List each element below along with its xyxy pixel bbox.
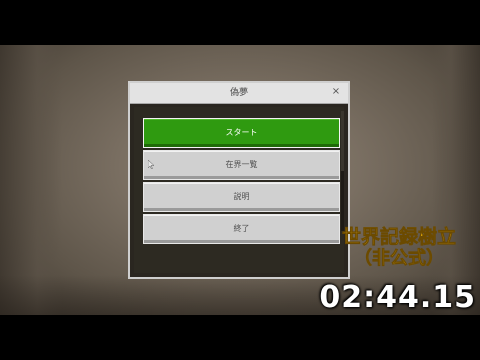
start-button[interactable]: スタート (143, 118, 340, 148)
scrollbar[interactable] (341, 111, 344, 231)
mouse-pointer-icon (148, 160, 154, 169)
record-line2: （非公式） (353, 248, 445, 270)
speedrun-timer: 02:44.15 (319, 280, 476, 315)
close-icon[interactable]: × (329, 85, 343, 99)
main-menu-dialog: 偽夢 × スタート 在界一覧 説明 終了 (128, 81, 350, 279)
dialog-title: 偽夢 (229, 88, 248, 98)
instructions-button[interactable]: 説明 (143, 182, 340, 212)
record-line1: 世界記録樹立 (341, 226, 457, 249)
quit-button[interactable]: 終了 (143, 214, 340, 244)
world-list-button[interactable]: 在界一覧 (143, 150, 340, 180)
world-record-caption: 世界記録樹立 （非公式） (341, 226, 457, 270)
dialog-header: 偽夢 × (130, 83, 348, 104)
video-frame: 偽夢 × スタート 在界一覧 説明 終了 世界記録樹立 （非公式） 02:44.… (0, 0, 480, 360)
dialog-body: スタート 在界一覧 説明 終了 (134, 107, 344, 273)
scrollbar-thumb[interactable] (341, 111, 344, 171)
